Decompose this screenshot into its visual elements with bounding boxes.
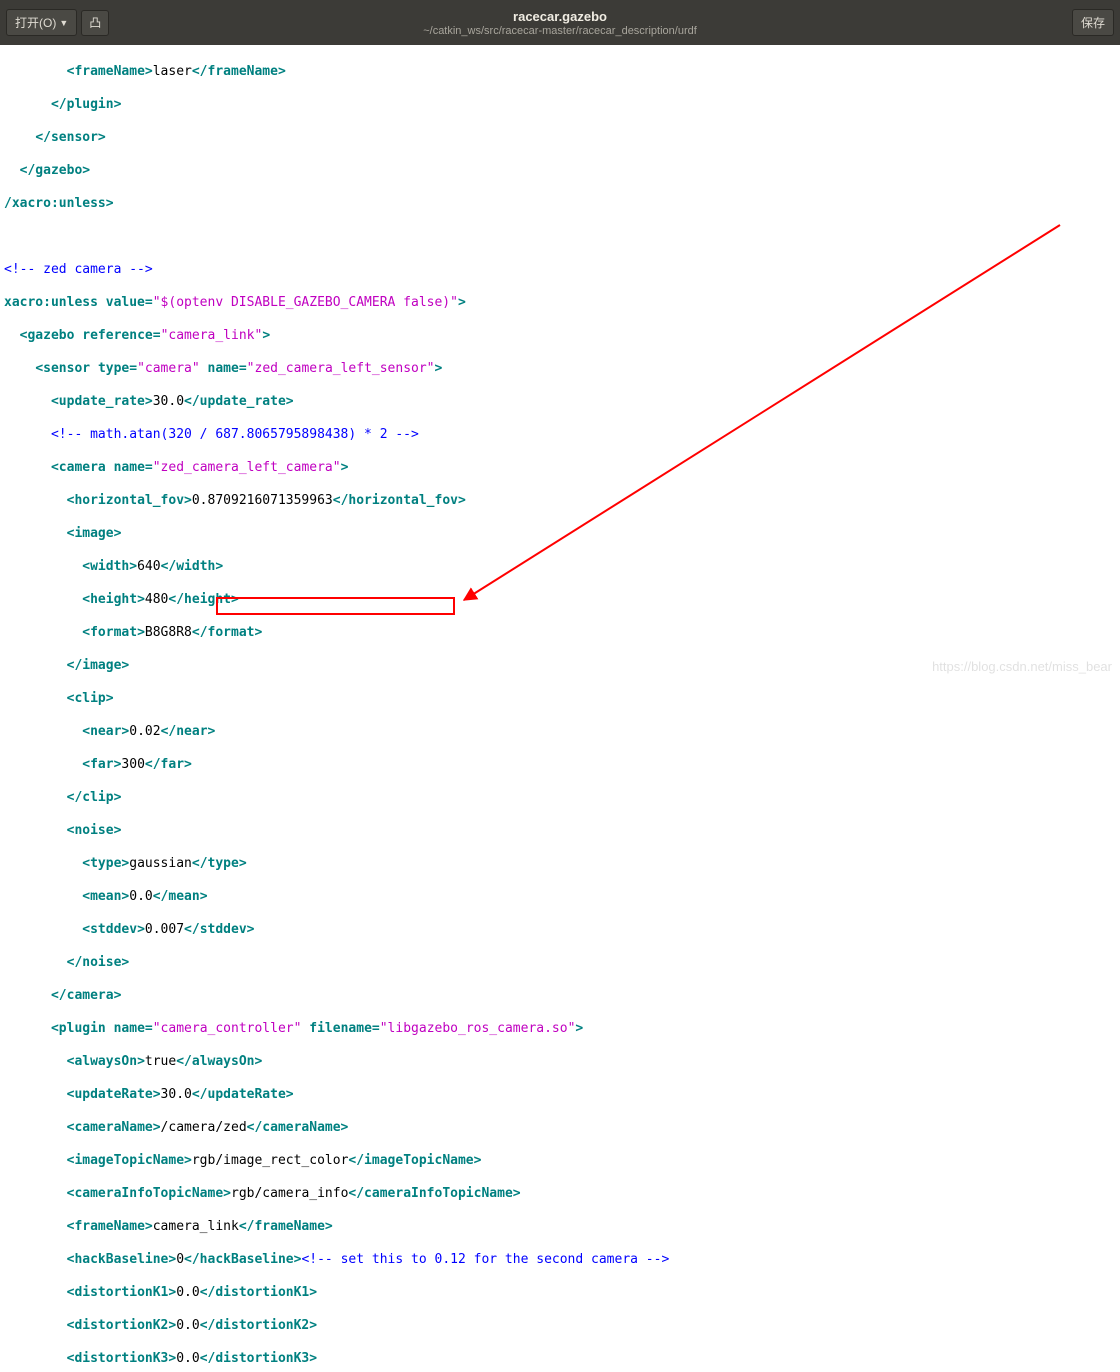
code-line: <width>640</width> <box>4 559 1116 576</box>
new-tab-button[interactable]: 凸 <box>81 10 109 36</box>
code-line: </clip> <box>4 790 1116 807</box>
code-line: </noise> <box>4 955 1116 972</box>
code-line: </camera> <box>4 988 1116 1005</box>
code-line: <sensor type="camera" name="zed_camera_l… <box>4 361 1116 378</box>
code-line: <camera name="zed_camera_left_camera"> <box>4 460 1116 477</box>
titlebar-center: racecar.gazebo ~/catkin_ws/src/racecar-m… <box>423 9 697 37</box>
titlebar: 打开(O) ▼ 凸 racecar.gazebo ~/catkin_ws/src… <box>0 0 1120 45</box>
code-line: <distortionK1>0.0</distortionK1> <box>4 1285 1116 1302</box>
code-line: <far>300</far> <box>4 757 1116 774</box>
code-line: <height>480</height> <box>4 592 1116 609</box>
titlebar-left: 打开(O) ▼ 凸 <box>6 9 109 36</box>
code-line: </image> <box>4 658 1116 675</box>
code-line: <mean>0.0</mean> <box>4 889 1116 906</box>
code-line: <imageTopicName>rgb/image_rect_color</im… <box>4 1153 1116 1170</box>
open-button[interactable]: 打开(O) ▼ <box>6 9 77 36</box>
code-line: <hackBaseline>0</hackBaseline><!-- set t… <box>4 1252 1116 1269</box>
code-line: <updateRate>30.0</updateRate> <box>4 1087 1116 1104</box>
window-subtitle: ~/catkin_ws/src/racecar-master/racecar_d… <box>423 25 697 37</box>
code-line: <distortionK2>0.0</distortionK2> <box>4 1318 1116 1335</box>
titlebar-right: 保存 <box>1072 9 1114 36</box>
code-line: <type>gaussian</type> <box>4 856 1116 873</box>
code-line: <near>0.02</near> <box>4 724 1116 741</box>
code-line: <distortionK3>0.0</distortionK3> <box>4 1351 1116 1368</box>
code-line: /xacro:unless> <box>4 196 1116 213</box>
code-line: xacro:unless value="$(optenv DISABLE_GAZ… <box>4 295 1116 312</box>
code-line: <frameName>laser</frameName> <box>4 64 1116 81</box>
new-tab-icon: 凸 <box>89 14 101 31</box>
code-line: <image> <box>4 526 1116 543</box>
code-line: <cameraInfoTopicName>rgb/camera_info</ca… <box>4 1186 1116 1203</box>
save-label: 保存 <box>1081 14 1105 31</box>
code-line: </sensor> <box>4 130 1116 147</box>
code-editor[interactable]: <frameName>laser</frameName> </plugin> <… <box>0 45 1120 1372</box>
code-line: <!-- zed camera --> <box>4 262 1116 279</box>
code-line: <gazebo reference="camera_link"> <box>4 328 1116 345</box>
code-line: </plugin> <box>4 97 1116 114</box>
code-line: <update_rate>30.0</update_rate> <box>4 394 1116 411</box>
code-line: <!-- math.atan(320 / 687.8065795898438) … <box>4 427 1116 444</box>
code-line: <horizontal_fov>0.8709216071359963</hori… <box>4 493 1116 510</box>
code-line: <clip> <box>4 691 1116 708</box>
code-line: <plugin name="camera_controller" filenam… <box>4 1021 1116 1038</box>
save-button[interactable]: 保存 <box>1072 9 1114 36</box>
chevron-down-icon: ▼ <box>59 18 68 28</box>
code-line: <cameraName>/camera/zed</cameraName> <box>4 1120 1116 1137</box>
code-line: <stddev>0.007</stddev> <box>4 922 1116 939</box>
code-line: <format>B8G8R8</format> <box>4 625 1116 642</box>
open-label: 打开(O) <box>15 14 56 31</box>
code-line: <frameName>camera_link</frameName> <box>4 1219 1116 1236</box>
code-line: <alwaysOn>true</alwaysOn> <box>4 1054 1116 1071</box>
code-line: <noise> <box>4 823 1116 840</box>
window-title: racecar.gazebo <box>423 9 697 24</box>
code-line: </gazebo> <box>4 163 1116 180</box>
code-line <box>4 229 1116 246</box>
